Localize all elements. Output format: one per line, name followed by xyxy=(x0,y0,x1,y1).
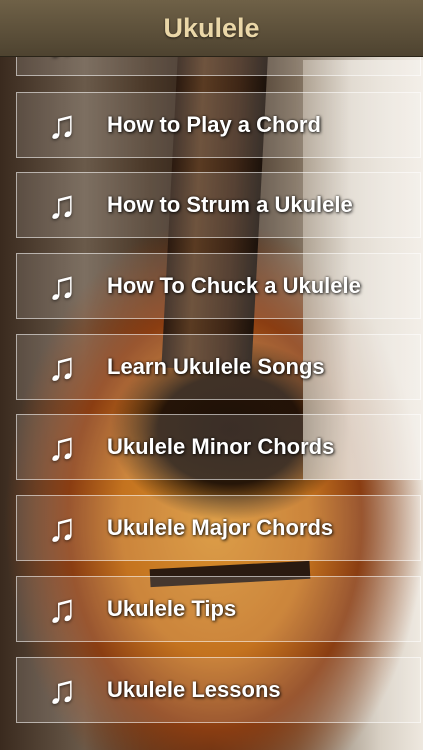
menu-item-how-to-play-a-chord[interactable]: ♫ How to Play a Chord xyxy=(16,92,421,158)
list-item[interactable]: ♫ xyxy=(16,56,421,76)
menu-item-minor-chords[interactable]: ♫ Ukulele Minor Chords xyxy=(16,414,421,480)
music-note-icon: ♫ xyxy=(47,345,77,389)
menu-item-label: Ukulele Lessons xyxy=(107,677,281,702)
menu-item-label: How to Play a Chord xyxy=(107,112,321,137)
menu-item-label: Ukulele Major Chords xyxy=(107,515,334,540)
music-note-icon: ♫ xyxy=(47,506,77,550)
menu-item-tips[interactable]: ♫ Ukulele Tips xyxy=(16,576,421,642)
music-note-icon: ♫ xyxy=(47,103,77,147)
music-note-icon: ♫ xyxy=(47,668,77,712)
menu-item-learn-songs[interactable]: ♫ Learn Ukulele Songs xyxy=(16,334,421,400)
music-note-icon: ♫ xyxy=(47,425,77,469)
music-note-icon: ♫ xyxy=(17,56,107,75)
menu-item-major-chords[interactable]: ♫ Ukulele Major Chords xyxy=(16,495,421,561)
menu-item-label: Ukulele Minor Chords xyxy=(107,434,335,459)
menu-item-lessons[interactable]: ♫ Ukulele Lessons xyxy=(16,657,421,723)
menu-item-label: Learn Ukulele Songs xyxy=(107,354,325,379)
menu-item-label: Ukulele Tips xyxy=(107,596,237,621)
music-note-icon: ♫ xyxy=(47,264,77,308)
menu-item-label: How to Strum a Ukulele xyxy=(107,192,353,217)
partially-visible-list-item[interactable]: ♫ xyxy=(16,56,421,76)
menu-item-label: How To Chuck a Ukulele xyxy=(107,273,361,298)
app-title: Ukulele xyxy=(163,12,260,43)
menu-item-how-to-chuck[interactable]: ♫ How To Chuck a Ukulele xyxy=(16,253,421,319)
music-note-icon: ♫ xyxy=(47,587,77,631)
menu-item-how-to-strum[interactable]: ♫ How to Strum a Ukulele xyxy=(16,172,421,238)
music-note-icon: ♫ xyxy=(47,183,77,227)
app-header: Ukulele xyxy=(0,0,423,57)
